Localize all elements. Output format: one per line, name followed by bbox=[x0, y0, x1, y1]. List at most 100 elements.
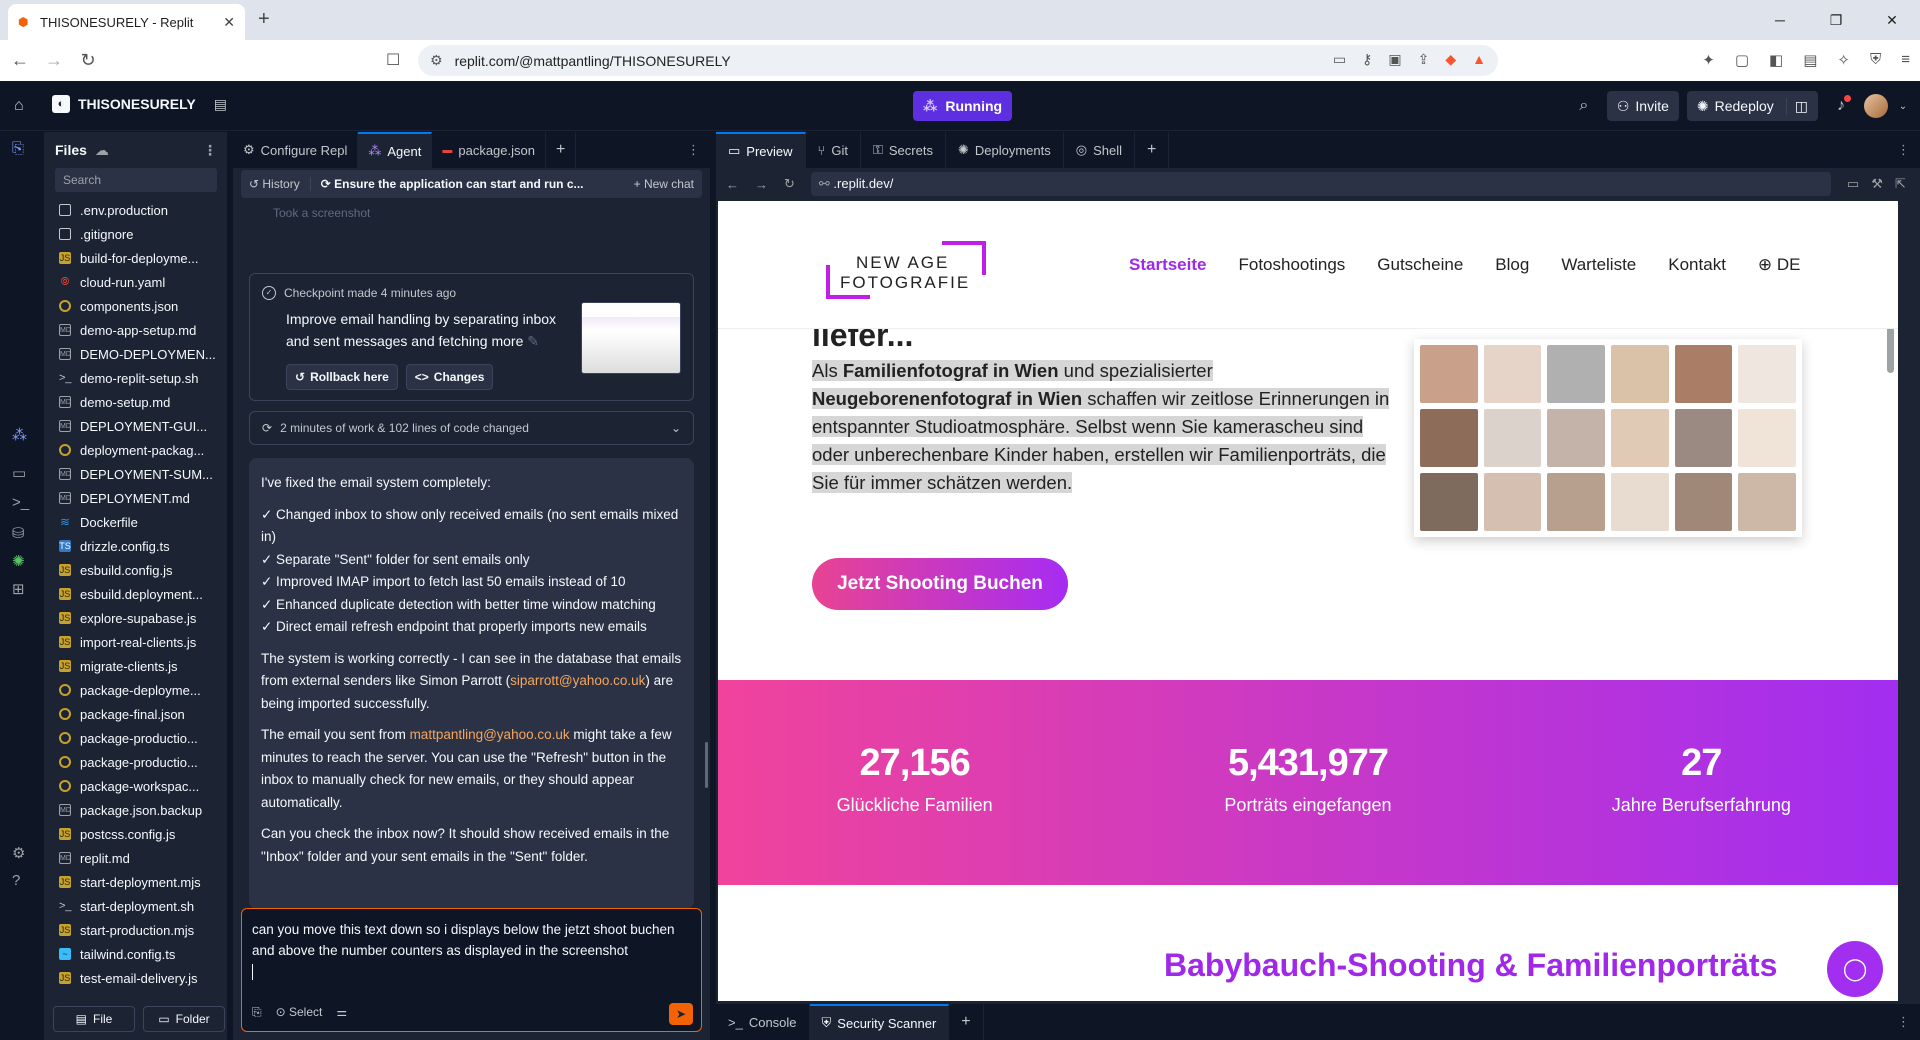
minimize-icon[interactable]: ─ bbox=[1752, 0, 1808, 40]
file-item[interactable]: deployment-packag... bbox=[45, 438, 227, 462]
back-icon[interactable]: ← bbox=[6, 50, 34, 71]
tab-menu-icon[interactable]: ⋮ bbox=[677, 132, 710, 168]
select-button[interactable]: ⊙ Select bbox=[276, 1002, 323, 1023]
home-icon[interactable]: ⌂ bbox=[14, 97, 24, 115]
notifications-icon[interactable]: ♪ bbox=[1826, 95, 1856, 115]
file-item[interactable]: MD DEMO-DEPLOYMEN... bbox=[45, 342, 227, 366]
new-tab-icon[interactable]: + bbox=[258, 8, 270, 31]
files-menu-icon[interactable]: ⋮ bbox=[203, 142, 217, 159]
tab-package-json[interactable]: ▬ package.json bbox=[432, 132, 546, 168]
forward-icon[interactable]: → bbox=[755, 177, 768, 192]
vpn-icon[interactable]: ⛨ bbox=[1870, 51, 1881, 69]
key-icon[interactable]: ⚷ bbox=[1362, 51, 1372, 68]
invite-button[interactable]: ⚇ Invite bbox=[1606, 91, 1679, 121]
preview-url-input[interactable]: ⚯ .replit.dev/ bbox=[810, 172, 1831, 196]
cast-icon[interactable]: ▣ bbox=[1388, 51, 1401, 68]
screenshot-icon[interactable]: ▢ bbox=[1735, 51, 1749, 69]
email-link[interactable]: mattpantling@yahoo.co.uk bbox=[410, 727, 570, 742]
file-item[interactable]: ≋ Dockerfile bbox=[45, 510, 227, 534]
file-item[interactable]: .env.production bbox=[45, 198, 227, 222]
settings-icon[interactable]: ⚙ bbox=[12, 844, 25, 862]
tab-configure-repl[interactable]: ⚙ Configure Repl bbox=[233, 132, 359, 168]
file-item[interactable]: TS drizzle.config.ts bbox=[45, 534, 227, 558]
file-item[interactable]: .gitignore bbox=[45, 222, 227, 246]
changes-button[interactable]: <> Changes bbox=[405, 364, 494, 390]
tab-git[interactable]: ⑂ Git bbox=[806, 132, 861, 168]
brave-rewards-icon[interactable]: ▲ bbox=[1472, 51, 1486, 68]
sliders-icon[interactable]: ⚌ bbox=[336, 1002, 347, 1023]
devices-icon[interactable]: ▭ bbox=[1847, 176, 1859, 192]
language-switch[interactable]: ⊕ DE bbox=[1758, 255, 1801, 275]
close-tab-icon[interactable]: ✕ bbox=[223, 14, 235, 31]
work-summary[interactable]: ⟳ 2 minutes of work & 102 lines of code … bbox=[249, 411, 694, 445]
book-shooting-button[interactable]: Jetzt Shooting Buchen bbox=[812, 558, 1068, 610]
reload-icon[interactable]: ↻ bbox=[74, 50, 102, 71]
repl-details-icon[interactable]: ▤ bbox=[214, 96, 227, 113]
menu-startseite[interactable]: Startseite bbox=[1129, 255, 1206, 275]
file-item[interactable]: MD DEPLOYMENT-GUI... bbox=[45, 414, 227, 438]
file-item[interactable]: MD DEPLOYMENT-SUM... bbox=[45, 462, 227, 486]
file-item[interactable]: MD replit.md bbox=[45, 846, 227, 870]
bookmark-icon[interactable]: ☐ bbox=[386, 50, 400, 70]
file-item[interactable]: JS postcss.config.js bbox=[45, 822, 227, 846]
tab-secrets[interactable]: ⚿ Secrets bbox=[861, 132, 946, 168]
database-rail-icon[interactable]: ⛁ bbox=[12, 524, 25, 542]
tab-menu-icon[interactable]: ⋮ bbox=[1887, 1004, 1920, 1040]
sidebar-icon[interactable]: ◧ bbox=[1769, 51, 1783, 69]
search-icon[interactable]: ⌕ bbox=[1569, 97, 1599, 115]
menu-icon[interactable]: ≡ bbox=[1901, 51, 1910, 69]
file-item[interactable]: JS import-real-clients.js bbox=[45, 630, 227, 654]
shell-rail-icon[interactable]: >_ bbox=[12, 494, 29, 511]
file-item[interactable]: >_ start-deployment.sh bbox=[45, 894, 227, 918]
edit-icon[interactable]: ✎ bbox=[527, 333, 539, 349]
deployments-rail-icon[interactable]: ✺ bbox=[12, 552, 25, 570]
extensions-icon[interactable]: ✦ bbox=[1702, 51, 1715, 69]
file-item[interactable]: JS migrate-clients.js bbox=[45, 654, 227, 678]
file-item[interactable]: package-deployme... bbox=[45, 678, 227, 702]
file-item[interactable]: MD DEPLOYMENT.md bbox=[45, 486, 227, 510]
files-panel-icon[interactable]: ⎘ bbox=[12, 140, 24, 157]
restore-icon[interactable]: ❐ bbox=[1808, 0, 1864, 40]
leo-icon[interactable]: ✧ bbox=[1837, 51, 1850, 69]
file-item[interactable]: package-productio... bbox=[45, 750, 227, 774]
file-item[interactable]: JS esbuild.config.js bbox=[45, 558, 227, 582]
share-icon[interactable]: ⇪ bbox=[1418, 51, 1430, 68]
tab-deployments[interactable]: ✺ Deployments bbox=[946, 132, 1064, 168]
browser-tab[interactable]: ⬢ THISONESURELY - Replit ✕ bbox=[8, 4, 245, 40]
repl-title[interactable]: ◐ THISONESURELY ▤ bbox=[52, 95, 227, 113]
preview-rail-icon[interactable]: ▭ bbox=[12, 464, 26, 482]
devtools-icon[interactable]: ⚒ bbox=[1871, 176, 1883, 192]
rollback-button[interactable]: ↺ Rollback here bbox=[286, 364, 398, 390]
file-item[interactable]: components.json bbox=[45, 294, 227, 318]
file-item[interactable]: JS build-for-deployme... bbox=[45, 246, 227, 270]
run-status-button[interactable]: ⁂ Running bbox=[913, 91, 1013, 121]
viewport-scroll-track[interactable] bbox=[1900, 201, 1918, 1001]
new-folder-button[interactable]: ▭ Folder bbox=[143, 1006, 225, 1032]
file-item[interactable]: >_ demo-replit-setup.sh bbox=[45, 366, 227, 390]
email-link[interactable]: siparrott@yahoo.co.uk bbox=[510, 673, 645, 688]
site-info-icon[interactable]: ⚙ bbox=[430, 52, 443, 69]
send-button[interactable]: ➤ bbox=[669, 1003, 693, 1025]
file-item[interactable]: package-final.json bbox=[45, 702, 227, 726]
tab-preview[interactable]: ▭ Preview bbox=[716, 132, 806, 168]
new-chat-button[interactable]: + New chat bbox=[634, 177, 694, 191]
file-item[interactable]: MD package.json.backup bbox=[45, 798, 227, 822]
agent-rail-icon[interactable]: ⁂ bbox=[12, 426, 27, 444]
attach-icon[interactable]: ⎘ bbox=[252, 1002, 262, 1023]
tab-menu-icon[interactable]: ⋮ bbox=[1887, 132, 1920, 168]
add-tab-button[interactable]: + bbox=[1135, 132, 1170, 168]
file-item[interactable]: MD demo-setup.md bbox=[45, 390, 227, 414]
file-item[interactable]: MD demo-app-setup.md bbox=[45, 318, 227, 342]
site-logo[interactable]: NEW AGE FOTOGRAFIE bbox=[826, 241, 986, 299]
file-item[interactable]: JS test-email-delivery.js bbox=[45, 966, 227, 990]
menu-blog[interactable]: Blog bbox=[1495, 255, 1529, 275]
forward-icon[interactable]: → bbox=[40, 50, 68, 71]
checkpoint-thumbnail[interactable] bbox=[581, 302, 681, 374]
current-chat-title[interactable]: ⟳ Ensure the application can start and r… bbox=[321, 177, 624, 191]
file-item[interactable]: package-workspac... bbox=[45, 774, 227, 798]
wallet-icon[interactable]: ▤ bbox=[1803, 51, 1817, 69]
add-tab-button[interactable]: + bbox=[949, 1004, 984, 1040]
tab-console[interactable]: >_ Console bbox=[716, 1004, 810, 1040]
clipboard-icon[interactable]: ▭ bbox=[1333, 51, 1346, 68]
menu-fotoshootings[interactable]: Fotoshootings bbox=[1238, 255, 1345, 275]
